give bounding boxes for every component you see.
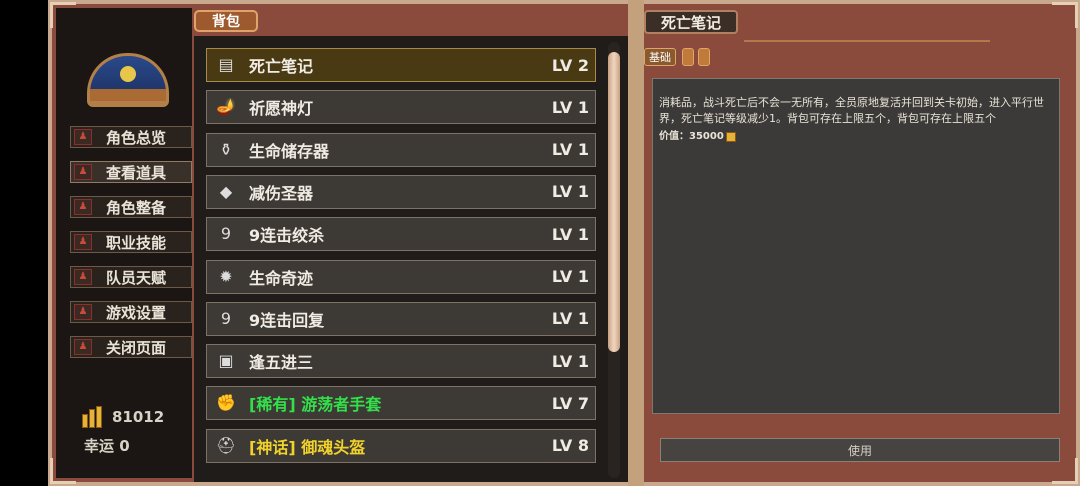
item-row[interactable]: ▤ 死亡笔记 LV 2 <box>206 48 596 82</box>
nav-character-prep[interactable]: ♟ 角色整备 <box>70 196 192 218</box>
item-level: LV 1 <box>551 351 589 371</box>
nav-label: 职业技能 <box>106 233 167 252</box>
item-name: 减伤圣器 <box>249 183 314 203</box>
glove-icon: ✊ <box>216 393 236 413</box>
tab-backpack[interactable]: 背包 <box>194 10 258 32</box>
scrollbar-thumb[interactable] <box>608 52 620 352</box>
gold-coin-icon <box>725 132 736 142</box>
character-icon: ♟ <box>74 339 92 355</box>
character-icon: ♟ <box>74 234 92 250</box>
tab-extra[interactable] <box>698 48 710 66</box>
item-list: ▤ 死亡笔记 LV 2 🪔 祈愿神灯 LV 1 ⚱ 生命储存器 LV 1 ◆ 减伤圣器 LV 1 9 9连… <box>194 36 628 482</box>
item-row[interactable]: 9 9连击回复 LV 1 <box>206 301 596 336</box>
sun-icon <box>120 66 136 82</box>
item-row[interactable]: 🪔 祈愿神灯 LV 1 <box>206 90 596 125</box>
item-name: [神话] 御魂头盔 <box>249 437 366 457</box>
nine-small-icon: 9 <box>220 308 232 328</box>
detail-title: 死亡笔记 <box>644 10 738 34</box>
item-level: LV 7 <box>551 393 589 413</box>
nav-class-skills[interactable]: ♟ 职业技能 <box>70 231 192 253</box>
nav-member-talent[interactable]: ♟ 队员天赋 <box>70 266 192 288</box>
game-window: ♟ 角色总览 ♟ 查看道具 ♟ 角色整备 ♟ 职业技能 ♟ 队员天赋 ♟ 游戏设… <box>48 0 1080 486</box>
nav-label: 查看道具 <box>106 163 167 182</box>
item-row[interactable]: ✹ 生命奇迹 LV 1 <box>206 259 596 294</box>
item-name: 生命储存器 <box>249 141 330 161</box>
corner-ornament <box>1052 2 1078 28</box>
nav-label: 角色整备 <box>106 198 167 217</box>
item-row[interactable]: ⚱ 生命储存器 LV 1 <box>206 132 596 167</box>
gem-icon: ✹ <box>219 266 233 286</box>
helmet-icon: ⛑ <box>215 435 237 455</box>
nav-label: 游戏设置 <box>106 303 167 322</box>
use-button[interactable]: 使用 <box>660 438 1060 462</box>
relic-icon: ◆ <box>219 181 233 201</box>
nine-icon: 9 <box>220 224 232 244</box>
item-level: LV 1 <box>551 267 589 286</box>
card-icon: ▣ <box>218 351 234 371</box>
sidebar: ♟ 角色总览 ♟ 查看道具 ♟ 角色整备 ♟ 职业技能 ♟ 队员天赋 ♟ 游戏设… <box>56 8 192 478</box>
description-box: 消耗品，战斗死亡后不会一无所有，全员原地复活并回到关卡初始，进入平行世界，死亡笔… <box>652 78 1060 414</box>
item-row[interactable]: ✊ [稀有] 游荡者手套 LV 7 <box>206 386 596 421</box>
divider <box>744 40 990 42</box>
item-level: LV 2 <box>551 55 589 75</box>
book-icon: ▤ <box>218 55 234 74</box>
item-row[interactable]: ⛑ [神话] 御魂头盔 LV 8 <box>206 428 596 463</box>
character-icon: ♟ <box>74 269 92 285</box>
item-level: LV 1 <box>551 140 589 160</box>
item-name: [稀有] 游荡者手套 <box>249 395 382 415</box>
gold-amount: 81012 <box>112 408 165 426</box>
character-icon: ♟ <box>74 129 92 145</box>
nav-character-overview[interactable]: ♟ 角色总览 <box>70 126 192 148</box>
item-level: LV 1 <box>551 224 589 244</box>
gold-coins-icon <box>82 406 104 428</box>
tab-basic[interactable]: 基础 <box>644 48 676 66</box>
item-name: 9连击绞杀 <box>249 226 325 246</box>
nav-view-items[interactable]: ♟ 查看道具 <box>70 161 192 183</box>
lamp-icon: 🪔 <box>216 97 236 117</box>
nav-label: 关闭页面 <box>106 338 167 357</box>
item-name: 生命奇迹 <box>249 268 314 288</box>
item-description: 消耗品，战斗死亡后不会一无所有，全员原地复活并回到关卡初始，进入平行世界，死亡笔… <box>659 96 1044 125</box>
item-row[interactable]: ▣ 逢五进三 LV 1 <box>206 344 596 379</box>
vessel-icon: ⚱ <box>219 139 233 159</box>
item-level: LV 1 <box>551 182 589 202</box>
item-row[interactable]: 9 9连击绞杀 LV 1 <box>206 217 596 252</box>
nav-label: 角色总览 <box>106 128 167 147</box>
item-row[interactable]: ◆ 减伤圣器 LV 1 <box>206 174 596 209</box>
item-level: LV 1 <box>551 309 589 329</box>
scrollbar[interactable] <box>608 42 620 478</box>
item-value: 价值：35000 <box>659 129 1053 145</box>
character-icon: ♟ <box>74 199 92 215</box>
nav-game-settings[interactable]: ♟ 游戏设置 <box>70 301 192 323</box>
item-name: 9连击回复 <box>249 310 325 330</box>
nav-close-page[interactable]: ♟ 关闭页面 <box>70 336 192 358</box>
game-emblem <box>87 53 169 107</box>
item-level: LV 8 <box>551 436 589 456</box>
item-name: 逢五进三 <box>249 353 314 373</box>
item-value-text: 价值：35000 <box>659 131 724 142</box>
luck-stat: 幸运 0 <box>84 437 130 455</box>
item-name: 死亡笔记 <box>249 57 314 76</box>
nav-label: 队员天赋 <box>106 268 167 287</box>
item-name: 祈愿神灯 <box>249 99 314 119</box>
character-icon: ♟ <box>74 164 92 180</box>
map-background <box>628 0 644 486</box>
gold-counter: 81012 <box>82 406 164 428</box>
character-icon: ♟ <box>74 304 92 320</box>
item-level: LV 1 <box>551 97 589 117</box>
tab-extra[interactable] <box>682 48 694 66</box>
